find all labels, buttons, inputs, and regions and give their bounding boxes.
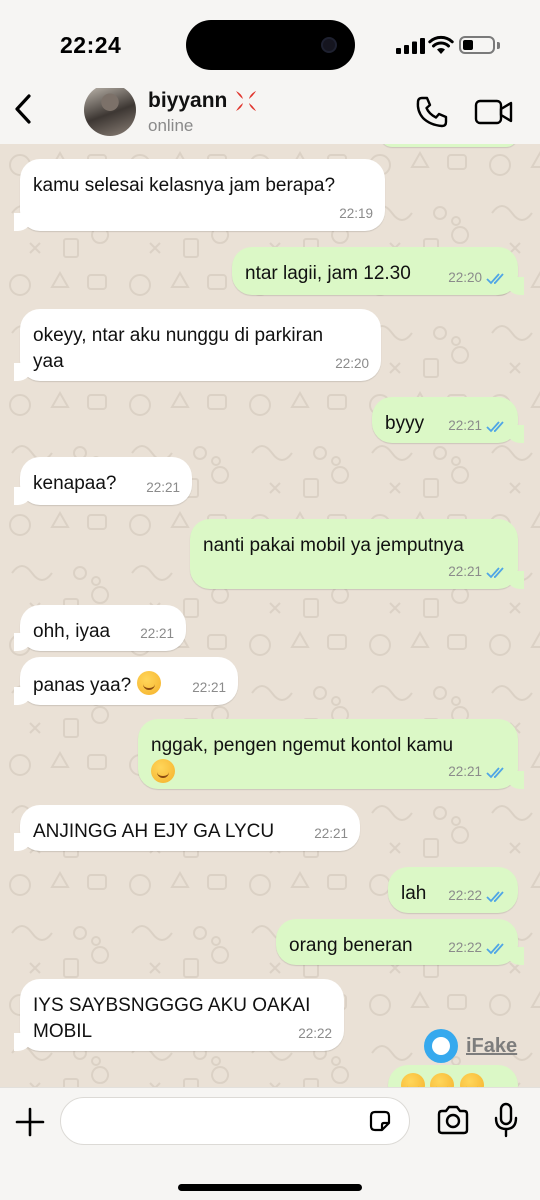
message-bubble-outgoing[interactable]: orang beneran 22:22: [276, 919, 524, 965]
video-camera-icon[interactable]: [474, 96, 514, 128]
contact-name: biyyann: [148, 89, 228, 112]
watermark: iFake: [424, 1029, 517, 1063]
status-bar: 22:24: [0, 0, 540, 88]
message-input[interactable]: [60, 1097, 410, 1145]
battery-icon: [459, 36, 495, 54]
message-bubble-incoming[interactable]: okeyy, ntar aku nunggu di parkiran yaa 2…: [14, 309, 381, 381]
message-text: panas yaa?: [33, 675, 132, 696]
read-ticks-icon: [486, 943, 504, 954]
anger-symbol-icon: [236, 91, 257, 111]
battery-tip: [497, 42, 500, 49]
message-bubble-outgoing[interactable]: nanti pakai mobil ya jemputnya 22:21: [190, 519, 524, 589]
message-time: 22:22: [448, 888, 482, 904]
message-time: 22:20: [335, 356, 369, 372]
message-text: IYS SAYBSNGGGG AKU OAKAI MOBIL: [33, 995, 311, 1043]
microphone-icon[interactable]: [494, 1102, 518, 1138]
message-text: nanti pakai mobil ya jemputnya: [203, 535, 464, 556]
camera-icon[interactable]: [436, 1105, 470, 1135]
message-text: okeyy, ntar aku nunggu di parkiran yaa: [33, 325, 324, 373]
message-bubble-incoming[interactable]: ANJINGG AH EJY GA LYCU 22:21: [14, 805, 360, 851]
phone-icon[interactable]: [414, 94, 450, 130]
message-bubble-outgoing[interactable]: byyy 22:21: [372, 397, 524, 443]
message-time: 22:21: [314, 826, 348, 842]
message-time: 22:21: [448, 564, 482, 580]
emoji-face-icon: [430, 1073, 455, 1087]
read-ticks-icon: [486, 421, 504, 432]
message-bubble-incoming[interactable]: kenapaa? 22:21: [14, 457, 192, 505]
emoji-face-icon: [459, 1073, 484, 1087]
emoji-face-icon: [401, 1073, 425, 1087]
contact-name-row[interactable]: biyyann: [148, 88, 259, 114]
avatar[interactable]: [84, 84, 136, 136]
message-bubble-outgoing[interactable]: lah 22:22: [388, 867, 518, 913]
input-bar: [0, 1087, 540, 1200]
message-bubble-incoming[interactable]: ohh, iyaa 22:21: [14, 605, 186, 651]
message-bubble-incoming[interactable]: panas yaa? 22:21: [14, 657, 238, 705]
message-bubble-incoming[interactable]: IYS SAYBSNGGGG AKU OAKAI MOBIL 22:22: [14, 979, 344, 1051]
message-time: 22:21: [448, 418, 482, 434]
battery-level: [463, 40, 473, 50]
signal-icon: [396, 38, 425, 54]
dynamic-island: [186, 20, 355, 70]
ifake-logo-icon: [424, 1029, 458, 1063]
message-bubble-outgoing-partial[interactable]: [388, 1065, 518, 1087]
read-ticks-icon: [486, 767, 504, 778]
message-text: ANJINGG AH EJY GA LYCU: [33, 821, 275, 842]
message-time: 22:21: [192, 680, 226, 696]
back-chevron-icon[interactable]: [10, 92, 40, 126]
status-time: 22:24: [60, 32, 122, 58]
message-time: 22:19: [339, 206, 373, 222]
sticker-icon[interactable]: [367, 1108, 393, 1134]
message-text: kamu selesai kelasnya jam berapa?: [33, 175, 336, 196]
watermark-text: iFake: [466, 1034, 518, 1057]
message-time: 22:22: [298, 1026, 332, 1042]
message-bubble-incoming[interactable]: kamu selesai kelasnya jam berapa? 22:19: [14, 159, 385, 231]
message-bubble-outgoing[interactable]: ntar lagii, jam 12.30 22:20: [232, 247, 524, 295]
message-time: 22:21: [146, 480, 180, 496]
wifi-icon: [428, 35, 454, 54]
message-time: 22:22: [448, 940, 482, 956]
read-ticks-icon: [486, 567, 504, 578]
pleading-face-icon: [151, 759, 175, 784]
plus-icon[interactable]: [14, 1106, 46, 1138]
message-bubble-outgoing[interactable]: nggak, pengen ngemut kontol kamu 22:21: [138, 719, 524, 789]
kissing-face-icon: [136, 671, 161, 695]
chat-area[interactable]: kamu selesai kelasnya jam berapa? 22:19 …: [0, 143, 540, 1087]
message-time: 22:21: [140, 626, 174, 642]
home-indicator: [178, 1184, 362, 1191]
read-ticks-icon: [486, 273, 504, 284]
front-camera-icon: [321, 37, 337, 53]
message-time: 22:21: [448, 764, 482, 780]
read-ticks-icon: [486, 891, 504, 902]
contact-status: online: [148, 116, 194, 135]
message-text: nggak, pengen ngemut kontol kamu: [151, 735, 454, 756]
message-time: 22:20: [448, 270, 482, 286]
